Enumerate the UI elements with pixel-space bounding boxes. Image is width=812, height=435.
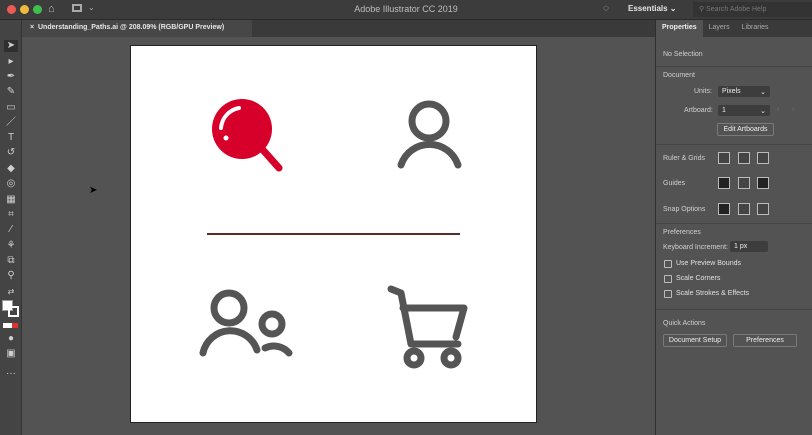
snap-to-pixel-icon[interactable]: [757, 203, 769, 215]
more-tools-icon[interactable]: ···: [4, 368, 18, 380]
rulers-icon[interactable]: [718, 152, 730, 164]
users-icon: [199, 289, 293, 357]
scale-strokes-label: Scale Strokes & Effects: [676, 290, 750, 297]
tab-libraries[interactable]: Libraries: [736, 20, 775, 37]
workspace-label: Essentials: [628, 4, 668, 13]
preferences-heading: Preferences: [663, 229, 701, 236]
scale-corners-checkbox[interactable]: [664, 275, 672, 283]
next-artboard-icon[interactable]: ›: [792, 106, 794, 113]
zoom-tool-icon[interactable]: ⚲: [4, 270, 18, 282]
direct-selection-tool-icon[interactable]: ▸: [4, 56, 18, 68]
type-tool-icon[interactable]: T: [4, 132, 18, 144]
document-heading: Document: [663, 72, 695, 79]
title-bar: ⌂ ⌄ Adobe Illustrator CC 2019 ◌ Essentia…: [0, 0, 812, 20]
units-label: Units:: [694, 88, 712, 95]
document-tab-bar: × Understanding_Paths.ai @ 208.09% (RGB/…: [22, 20, 655, 37]
preferences-button[interactable]: Preferences: [733, 334, 797, 347]
curvature-tool-icon[interactable]: ✎: [4, 86, 18, 98]
selection-tool-icon[interactable]: ➤: [4, 40, 18, 52]
tools-panel: ➤ ▸ ✒ ✎ ▭ ／ T ↺ ◆ ◎ ▦ ⌗ ⁄ ⚘ ⧉ ⚲ ⇄ ● ▣ ··…: [0, 20, 22, 435]
keyboard-increment-input[interactable]: 1 px: [730, 241, 768, 252]
quick-actions-heading: Quick Actions: [663, 320, 706, 327]
document-tab-label: Understanding_Paths.ai @ 208.09% (RGB/GP…: [37, 24, 225, 31]
ruler-grids-label: Ruler & Grids: [663, 155, 706, 162]
artboard[interactable]: [130, 45, 537, 423]
tab-layers[interactable]: Layers: [703, 20, 736, 37]
eraser-tool-icon[interactable]: ◆: [4, 163, 18, 175]
paintbrush-tool-icon[interactable]: ／: [4, 117, 18, 129]
crop-tool-icon[interactable]: ⌗: [4, 209, 18, 221]
snap-to-grid-icon[interactable]: [738, 203, 750, 215]
selection-status: No Selection: [663, 51, 703, 58]
use-preview-bounds-checkbox[interactable]: [664, 260, 672, 268]
lasso-tool-icon[interactable]: ◎: [4, 178, 18, 190]
scale-corners-label: Scale Corners: [676, 275, 721, 282]
screen-mode-icon[interactable]: ▣: [4, 348, 18, 360]
units-select[interactable]: Pixels ⌄: [718, 86, 770, 97]
rectangle-tool-icon[interactable]: ▭: [4, 102, 18, 114]
snap-to-point-icon[interactable]: [718, 203, 730, 215]
canvas[interactable]: ➤: [22, 37, 655, 435]
puppet-warp-tool-icon[interactable]: ⚘: [4, 240, 18, 252]
lightbulb-icon[interactable]: ◌: [603, 3, 609, 14]
eyedropper-tool-icon[interactable]: ⁄: [4, 224, 18, 236]
pen-tool-icon[interactable]: ✒: [4, 71, 18, 83]
grid-icon[interactable]: [738, 152, 750, 164]
edit-artboards-button[interactable]: Edit Artboards: [717, 123, 774, 136]
mouse-cursor-icon: ➤: [89, 185, 98, 196]
artboard-label: Artboard:: [684, 107, 713, 114]
shopping-cart-icon: [387, 285, 468, 369]
workspace-switcher[interactable]: Essentials ⌄: [628, 4, 677, 13]
document-setup-button[interactable]: Document Setup: [663, 334, 727, 347]
artwork: [199, 99, 468, 369]
stroke-swatch[interactable]: [8, 306, 19, 317]
gradient-tool-icon[interactable]: ▦: [4, 194, 18, 206]
close-tab-icon[interactable]: ×: [30, 24, 34, 31]
scale-strokes-checkbox[interactable]: [664, 290, 672, 298]
use-preview-bounds-label: Use Preview Bounds: [676, 260, 741, 267]
shape-builder-tool-icon[interactable]: ⧉: [4, 255, 18, 267]
smart-guides-icon[interactable]: [757, 177, 769, 189]
show-guides-icon[interactable]: [718, 177, 730, 189]
pixel-grid-icon[interactable]: [757, 152, 769, 164]
artboard-value: 1: [722, 107, 726, 114]
lock-guides-icon[interactable]: [738, 177, 750, 189]
guides-label: Guides: [663, 180, 686, 187]
artboard-select[interactable]: 1 ⌄: [718, 105, 770, 116]
document-tab[interactable]: × Understanding_Paths.ai @ 208.09% (RGB/…: [22, 20, 252, 37]
color-mode-icon[interactable]: [3, 323, 18, 328]
snap-options-label: Snap Options: [663, 206, 706, 213]
search-placeholder: Search Adobe Help: [706, 6, 767, 13]
properties-panel: Properties Layers Libraries No Selection…: [655, 20, 812, 435]
units-value: Pixels: [722, 88, 741, 95]
tab-properties[interactable]: Properties: [656, 20, 703, 37]
keyboard-increment-label: Keyboard Increment:: [663, 244, 728, 251]
user-icon: [397, 100, 462, 169]
draw-mode-icon[interactable]: ●: [4, 333, 18, 345]
app-title: Adobe Illustrator CC 2019: [354, 4, 458, 14]
search-input[interactable]: ⚲ Search Adobe Help: [693, 2, 812, 17]
previous-artboard-icon[interactable]: ‹: [777, 106, 779, 113]
rotate-tool-icon[interactable]: ↺: [4, 147, 18, 159]
swap-colors-icon[interactable]: ⇄: [4, 286, 18, 298]
magnifier-icon: [212, 99, 283, 172]
